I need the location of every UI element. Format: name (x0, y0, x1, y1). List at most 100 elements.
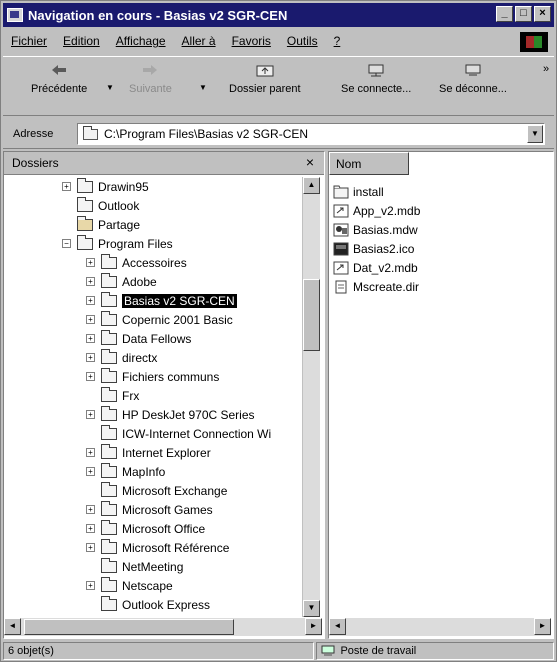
tree-item[interactable]: + Internet Explorer (86, 443, 211, 462)
maximize-button[interactable]: □ (515, 6, 532, 22)
file-item[interactable]: install (333, 182, 384, 201)
menu-favoris[interactable]: Favoris (232, 34, 271, 48)
files-scroll-left-button[interactable]: ◄ (329, 618, 346, 635)
tree-item-label: Program Files (98, 236, 173, 251)
disconnect-label: Se déconne... (439, 83, 507, 95)
close-button[interactable]: × (534, 6, 551, 22)
forward-dropdown-icon[interactable]: ▼ (199, 83, 207, 92)
tree-item[interactable]: Outlook (62, 196, 139, 215)
file-item[interactable]: Mscreate.dir (333, 277, 419, 296)
scroll-right-button[interactable]: ► (305, 618, 322, 635)
tree-item[interactable]: + Microsoft Référence (86, 538, 229, 557)
expand-icon[interactable]: + (86, 543, 95, 552)
tree-item-label: Microsoft Exchange (122, 483, 228, 498)
tree-item[interactable]: + MapInfo (86, 462, 165, 481)
tree-item-label: NetMeeting (122, 559, 184, 574)
file-icon (333, 280, 349, 294)
toolbar-more-button[interactable]: » (543, 63, 549, 75)
tree-item[interactable]: + HP DeskJet 970C Series (86, 405, 255, 424)
workgroup-file-icon (333, 223, 349, 237)
minimize-button[interactable]: _ (496, 6, 513, 22)
file-item[interactable]: App_v2.mdb (333, 201, 420, 220)
tree-item-label: Microsoft Office (122, 521, 206, 536)
up-folder-icon (256, 65, 274, 77)
scroll-thumb[interactable] (303, 279, 320, 351)
expand-icon[interactable]: + (86, 524, 95, 533)
folder-icon (101, 367, 117, 383)
tree-item[interactable]: Outlook Express (86, 595, 210, 614)
collapse-icon[interactable]: − (62, 239, 71, 248)
tree-vertical-scrollbar[interactable]: ▲ ▼ (302, 177, 320, 617)
tree-item-label: Accessoires (122, 255, 187, 270)
tree-item-label: Basias v2 SGR-CEN (122, 293, 237, 308)
tree-item[interactable]: + Microsoft Office (86, 519, 205, 538)
file-item[interactable]: Dat_v2.mdb (333, 258, 418, 277)
expand-icon[interactable]: + (86, 448, 95, 457)
horizontal-scroll-thumb[interactable] (24, 619, 234, 635)
forward-button[interactable]: Suivante (129, 63, 172, 95)
expand-icon[interactable]: + (86, 277, 95, 286)
tree-item[interactable]: + Microsoft Games (86, 500, 213, 519)
back-button[interactable]: Précédente (31, 63, 87, 95)
expand-icon[interactable]: + (86, 334, 95, 343)
tree-item[interactable]: Partage (62, 215, 140, 234)
file-item-label: Dat_v2.mdb (353, 260, 418, 275)
computer-icon (321, 645, 335, 656)
tree-item[interactable]: NetMeeting (86, 557, 183, 576)
tree-item[interactable]: + Copernic 2001 Basic (86, 310, 233, 329)
expand-icon[interactable]: + (86, 467, 95, 476)
scroll-down-button[interactable]: ▼ (303, 600, 320, 617)
menu-affichage[interactable]: Affichage (116, 34, 166, 48)
menu-fichier[interactable]: Fichier (11, 34, 47, 48)
menu-outils[interactable]: Outils (287, 34, 318, 48)
title-bar[interactable]: Navigation en cours - Basias v2 SGR-CEN … (3, 3, 554, 27)
tree-item[interactable]: + Adobe (86, 272, 157, 291)
tree-item[interactable]: + Fichiers communs (86, 367, 219, 386)
back-dropdown-icon[interactable]: ▼ (106, 83, 114, 92)
menu-aller-a[interactable]: Aller à (182, 34, 216, 48)
files-scroll-right-button[interactable]: ► (534, 618, 551, 635)
files-horizontal-scrollbar[interactable]: ◄ ► (329, 618, 551, 636)
connect-button[interactable]: Se connecte... (341, 63, 411, 95)
address-dropdown-icon[interactable]: ▼ (527, 125, 543, 143)
tree-item[interactable]: Frx (86, 386, 139, 405)
tree-item[interactable]: + Data Fellows (86, 329, 191, 348)
tree-item[interactable]: ICW-Internet Connection Wi (86, 424, 271, 443)
tree-horizontal-scrollbar[interactable]: ◄ ► (4, 618, 322, 636)
menu-help[interactable]: ? (334, 34, 341, 48)
address-field[interactable]: C:\Program Files\Basias v2 SGR-CEN ▼ (77, 123, 545, 145)
tree-item[interactable]: Microsoft Exchange (86, 481, 227, 500)
tree-item[interactable]: − Program Files (62, 234, 173, 253)
expand-icon[interactable]: + (86, 258, 95, 267)
expand-icon[interactable]: + (62, 182, 71, 191)
expand-icon[interactable]: + (86, 505, 95, 514)
address-bar: Adresse C:\Program Files\Basias v2 SGR-C… (3, 119, 554, 149)
file-item[interactable]: Basias.mdw (333, 220, 418, 239)
disconnect-button[interactable]: Se déconne... (439, 63, 507, 95)
expand-icon[interactable]: + (86, 581, 95, 590)
menu-edition[interactable]: Edition (63, 34, 100, 48)
expand-icon[interactable]: + (86, 410, 95, 419)
expand-icon[interactable]: + (86, 372, 95, 381)
up-folder-label: Dossier parent (229, 83, 301, 95)
tree-item[interactable]: + Basias v2 SGR-CEN (86, 291, 237, 310)
folders-pane-close-icon[interactable]: × (306, 154, 314, 170)
tree-item[interactable]: + Netscape (86, 576, 173, 595)
scroll-up-button[interactable]: ▲ (303, 177, 320, 194)
file-item-label: install (353, 184, 384, 199)
tree-item[interactable]: + Accessoires (86, 253, 187, 272)
up-folder-button[interactable]: Dossier parent (229, 63, 301, 95)
expand-icon[interactable]: + (86, 296, 95, 305)
ico-file-icon (333, 242, 349, 256)
expand-icon[interactable]: + (86, 315, 95, 324)
expand-icon[interactable]: + (86, 353, 95, 362)
windows-logo-icon (520, 32, 548, 52)
window-icon[interactable] (7, 8, 23, 22)
column-header-name[interactable]: Nom (329, 152, 409, 175)
scroll-left-button[interactable]: ◄ (4, 618, 21, 635)
forward-arrow-icon (143, 65, 158, 75)
file-item[interactable]: Basias2.ico (333, 239, 414, 258)
tree-item[interactable]: + directx (86, 348, 157, 367)
folder-tree: + Drawin95 Outlook Partage − Program Files + Ac… (4, 177, 304, 617)
tree-item[interactable]: + Drawin95 (62, 177, 149, 196)
